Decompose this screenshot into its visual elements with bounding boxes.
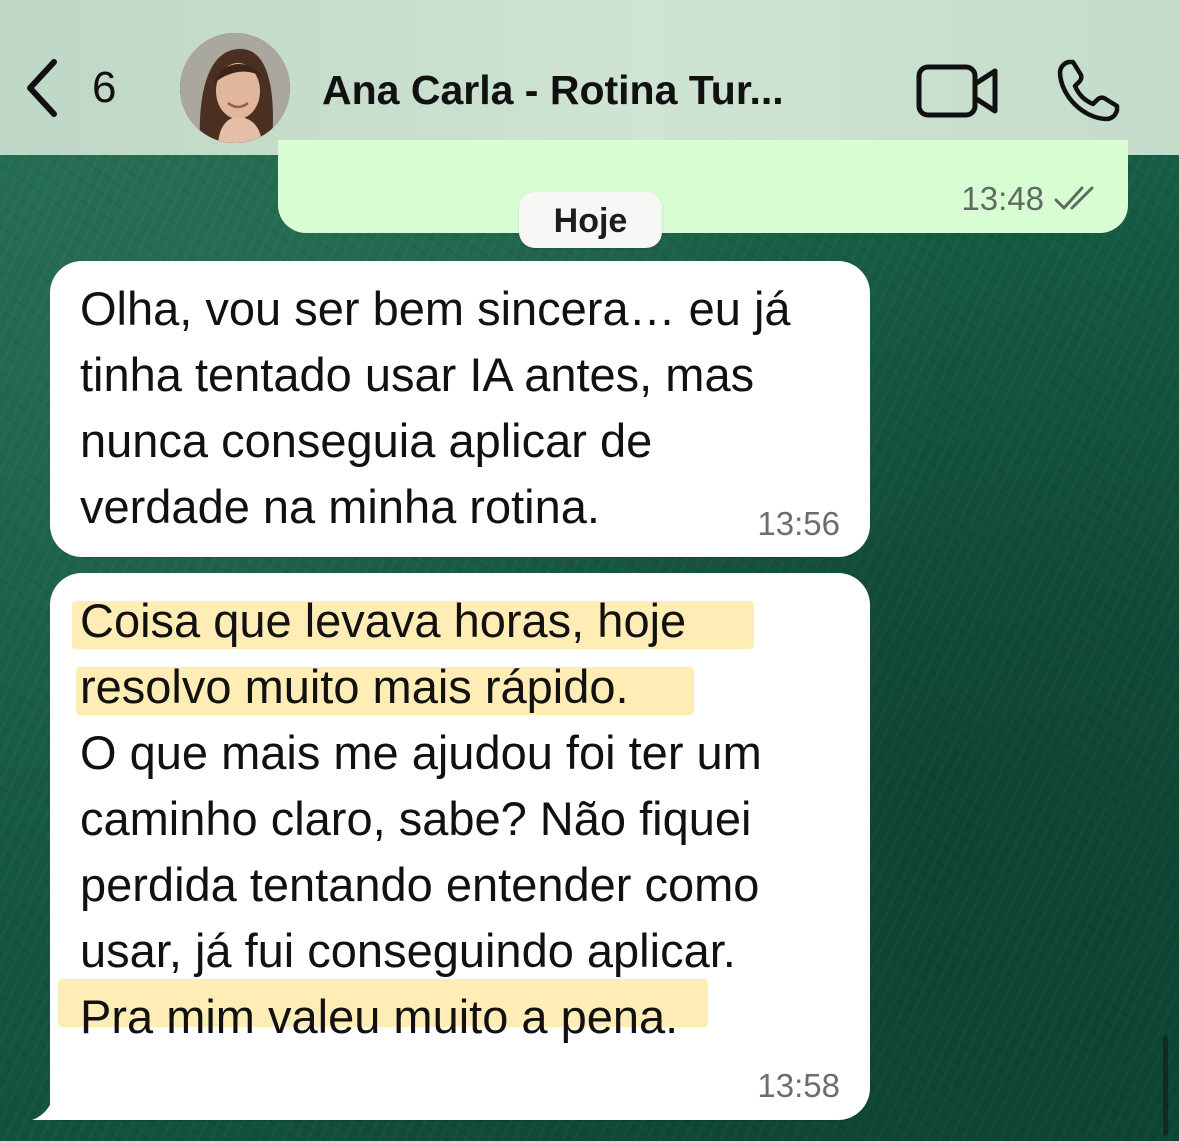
- back-button[interactable]: 6: [22, 56, 132, 120]
- contact-name[interactable]: Ana Carla - Rotina Tur...: [322, 66, 784, 114]
- video-camera-icon: [916, 64, 998, 118]
- chat-header: 6 Ana Carla - Rotina Tur...: [0, 0, 1179, 155]
- message-line: caminho claro, sabe? Não fiquei: [80, 792, 752, 845]
- video-call-button[interactable]: [915, 62, 1001, 120]
- voice-call-button[interactable]: [1055, 56, 1123, 124]
- outgoing-message-bubble[interactable]: 13:48: [278, 140, 1128, 233]
- phone-icon: [1057, 59, 1120, 122]
- message-time: 13:58: [757, 1067, 840, 1104]
- incoming-message-bubble[interactable]: Coisa que levava horas, hoje resolvo mui…: [50, 573, 870, 1120]
- message-line: nunca conseguia aplicar de: [80, 414, 653, 467]
- double-check-icon: [1054, 186, 1094, 210]
- message-line: Pra mim valeu muito a pena.: [80, 990, 679, 1043]
- message-line: Coisa que levava horas, hoje: [80, 594, 687, 647]
- unread-count: 6: [92, 63, 117, 112]
- message-time: 13:56: [757, 505, 840, 542]
- scrollbar[interactable]: [1163, 1036, 1168, 1136]
- message-line: resolvo muito mais rápido.: [80, 660, 629, 713]
- chevron-left-icon: [27, 59, 57, 117]
- contact-photo: [180, 33, 290, 143]
- message-line: Olha, vou ser bem sincera… eu já: [80, 282, 791, 335]
- date-divider: Hoje: [519, 192, 662, 248]
- message-line: O que mais me ajudou foi ter um: [80, 726, 762, 779]
- message-line: tinha tentado usar IA antes, mas: [80, 348, 755, 401]
- message-time: 13:48: [961, 180, 1044, 217]
- message-line: verdade na minha rotina.: [80, 480, 600, 533]
- bubble-tail: [32, 1086, 72, 1120]
- message-line: perdida tentando entender como: [80, 858, 760, 911]
- message-line: usar, já fui conseguindo aplicar.: [80, 924, 736, 977]
- incoming-message-bubble[interactable]: Olha, vou ser bem sincera… eu já tinha t…: [50, 261, 870, 557]
- avatar[interactable]: [180, 33, 290, 143]
